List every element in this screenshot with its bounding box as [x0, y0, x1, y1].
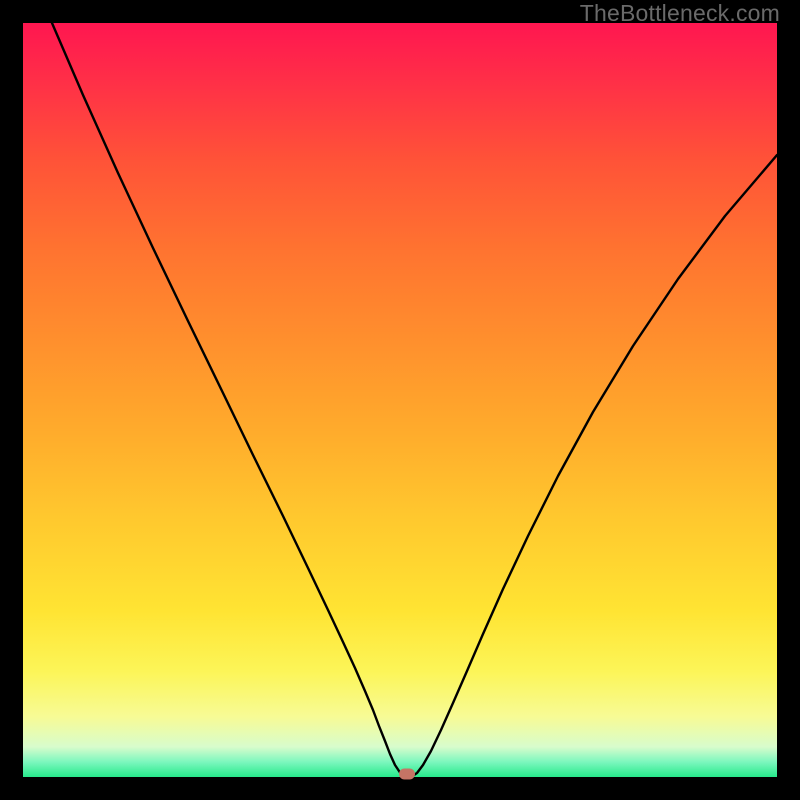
watermark-text: TheBottleneck.com: [580, 0, 780, 27]
optimum-marker: [399, 769, 415, 780]
chart-frame: TheBottleneck.com: [0, 0, 800, 800]
bottleneck-curve: [23, 23, 777, 777]
plot-area: [23, 23, 777, 777]
